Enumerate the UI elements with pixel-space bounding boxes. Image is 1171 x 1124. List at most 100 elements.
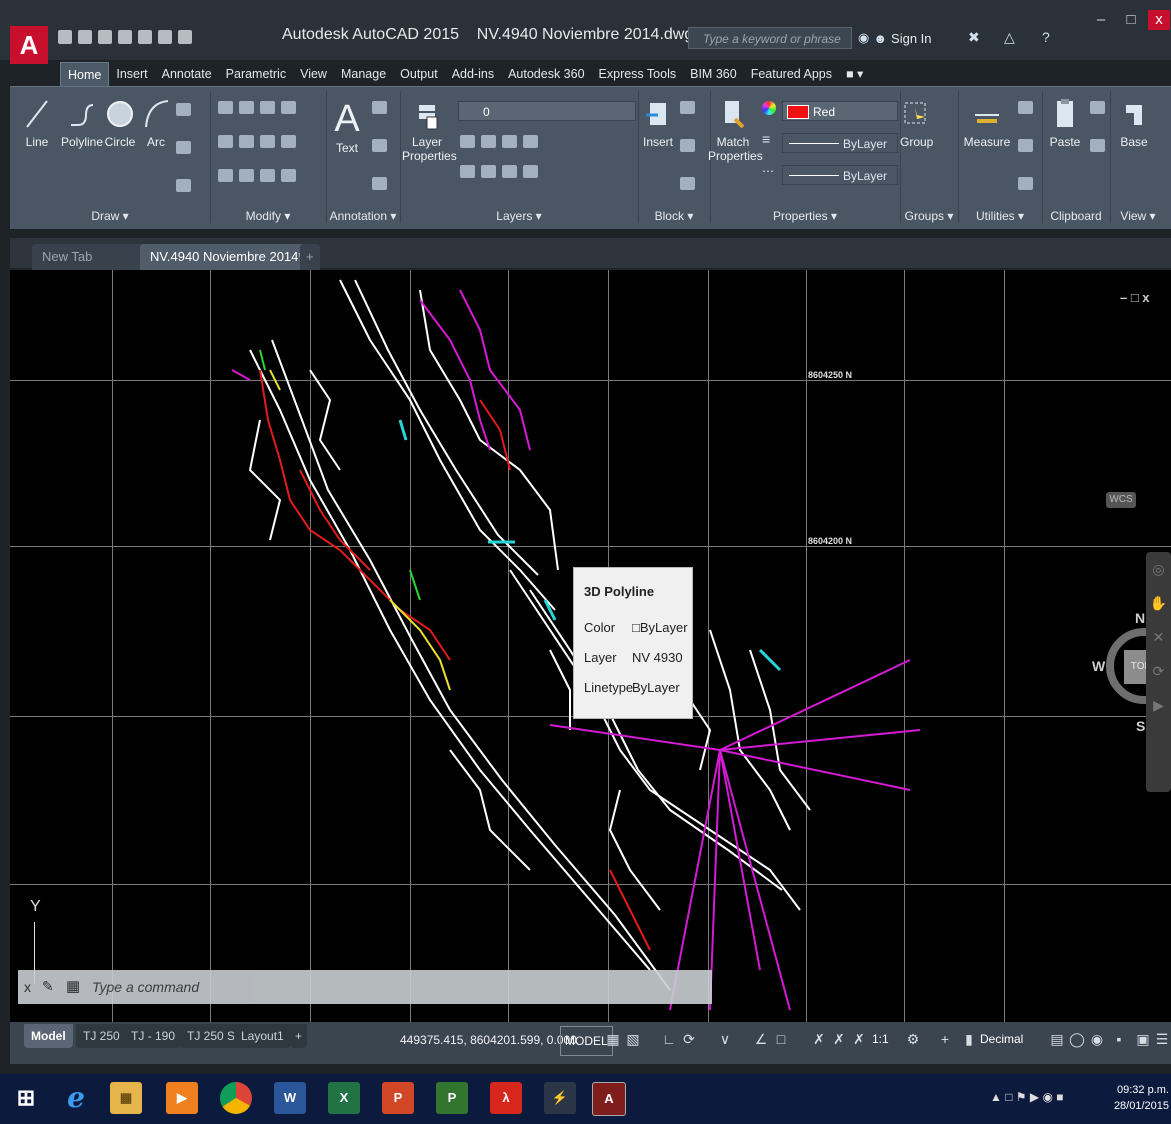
save-as-icon[interactable] [118,30,132,44]
table-icon[interactable] [372,177,387,190]
lineweight-dropdown[interactable]: ByLayer [782,133,898,153]
chrome-icon[interactable] [220,1082,252,1114]
save-icon[interactable] [98,30,112,44]
units-dropdown[interactable]: Decimal [980,1028,1023,1050]
isolate-objects-icon[interactable]: ◯ [1068,1028,1086,1050]
winamp-icon[interactable]: ⚡ [544,1082,576,1114]
object-snap-tracking-icon[interactable]: ∠ [752,1028,770,1050]
project-icon[interactable]: P [436,1082,468,1114]
text-button[interactable]: A Text [332,97,362,155]
panel-title-groups[interactable]: Groups ▾ [900,205,958,227]
match-properties-button[interactable]: Match Properties [708,97,763,163]
tab-home[interactable]: Home [60,61,110,87]
media-player-icon[interactable]: ▶ [166,1082,198,1114]
rectangle-icon[interactable] [176,103,191,116]
copy-icon[interactable] [218,135,233,148]
leader-icon[interactable] [372,139,387,152]
compass-north[interactable]: N [1135,610,1145,626]
layer-properties-button[interactable]: Layer Properties [402,97,457,163]
auto-scale-icon[interactable]: ✗ [830,1028,848,1050]
sign-in-button[interactable]: ◉ ☻ Sign In [858,27,932,49]
cut-icon[interactable] [1090,101,1105,114]
scale-icon[interactable] [239,169,254,182]
offset-icon[interactable] [281,169,296,182]
move-icon[interactable] [218,101,233,114]
command-customize-icon[interactable]: ✎ [42,978,54,995]
arc-button[interactable]: Arc [140,97,172,149]
point-icon[interactable] [1018,139,1033,152]
command-history-icon[interactable]: ▦ [66,977,80,995]
layer-unlock-icon[interactable] [523,165,538,178]
windows-start-icon[interactable]: ⊞ [10,1082,42,1114]
ortho-icon[interactable]: ∟ [660,1028,678,1050]
tab-drawing[interactable]: NV.4940 Noviembre 2014* × [140,244,318,290]
paste-button[interactable]: Paste [1048,97,1082,149]
tab-autodesk-360[interactable]: Autodesk 360 [501,62,591,86]
edit-attributes-icon[interactable] [680,177,695,190]
dimension-icon[interactable] [372,101,387,114]
annotation-monitor-icon[interactable]: + [936,1028,954,1050]
annotation-visibility-icon[interactable]: ✗ [810,1028,828,1050]
clean-screen-icon[interactable]: ▪ [1110,1028,1128,1050]
pan-icon[interactable]: ✋ [1146,586,1171,620]
annotation-scale-icon[interactable]: ✗ [850,1028,868,1050]
create-block-icon[interactable] [680,101,695,114]
command-input[interactable]: Type a command [92,979,199,995]
panel-title-clipboard[interactable]: Clipboard [1042,205,1110,227]
orbit-icon[interactable]: ⟳ [1146,654,1171,688]
coordinate-readout[interactable]: 449375.415, 8604201.599, 0.000 [400,1028,577,1052]
quick-properties-icon[interactable]: ▤ [1048,1028,1066,1050]
layer-off-icon[interactable] [460,135,475,148]
acrobat-icon[interactable]: λ [490,1082,522,1114]
wcs-menu[interactable]: WCS [1106,492,1136,508]
panel-title-modify[interactable]: Modify ▾ [210,205,326,227]
grid-icon[interactable]: ▦ [604,1028,622,1050]
tab-view[interactable]: View [293,62,334,86]
panel-title-properties[interactable]: Properties ▾ [710,205,900,227]
circle-button[interactable]: Circle [98,97,142,149]
open-icon[interactable] [78,30,92,44]
array-icon[interactable] [260,169,275,182]
tab-express-tools[interactable]: Express Tools [592,62,684,86]
application-menu-button[interactable]: A [10,26,48,64]
panel-title-annotation[interactable]: Annotation ▾ [326,205,400,227]
tab-bim-360[interactable]: BIM 360 [683,62,744,86]
viewport-controls[interactable]: – □ x [1120,290,1150,305]
object-snap-icon[interactable]: □ [772,1028,790,1050]
calculator-icon[interactable] [1018,177,1033,190]
panel-title-block[interactable]: Block ▾ [638,205,710,227]
command-close-icon[interactable]: x [24,979,31,995]
snap-icon[interactable]: ▧ [624,1028,642,1050]
word-icon[interactable]: W [274,1082,306,1114]
add-layout-button[interactable]: + [290,1024,308,1048]
group-button[interactable]: Group [900,97,933,149]
help-icon[interactable]: ? [1042,29,1050,47]
compass-west[interactable]: W [1092,658,1105,674]
layer-dropdown[interactable]: 0 [458,101,636,121]
insert-button[interactable]: Insert [642,97,674,149]
autodesk-icon[interactable]: △ [1004,29,1015,47]
explode-icon[interactable] [281,135,296,148]
new-icon[interactable] [58,30,72,44]
compass-south[interactable]: S [1136,718,1145,734]
tab-manage[interactable]: Manage [334,62,393,86]
add-tab-button[interactable]: + [300,244,320,270]
mirror-icon[interactable] [239,135,254,148]
panel-title-draw[interactable]: Draw ▾ [10,205,210,227]
stretch-icon[interactable] [218,169,233,182]
trim-icon[interactable] [260,101,275,114]
polar-icon[interactable]: ⟳ [680,1028,698,1050]
panel-title-layers[interactable]: Layers ▾ [400,205,638,227]
close-button[interactable]: x [1148,10,1170,30]
system-tray[interactable]: ▲ □ ⚑ ▶ ◉ ■ [990,1090,1064,1104]
excel-icon[interactable]: X [328,1082,360,1114]
internet-explorer-icon[interactable]: e [60,1082,92,1114]
search-input[interactable]: Type a keyword or phrase [688,27,852,49]
fullscreen-icon[interactable]: ▣ [1134,1028,1152,1050]
print-icon[interactable] [138,30,152,44]
linetype-dropdown[interactable]: ByLayer [782,165,898,185]
file-explorer-icon[interactable]: ▦ [110,1082,142,1114]
layer-previous-icon[interactable] [502,165,517,178]
exchange-icon[interactable]: ✖ [968,29,980,47]
ribbon-options-icon[interactable]: ■ ▾ [839,62,870,86]
